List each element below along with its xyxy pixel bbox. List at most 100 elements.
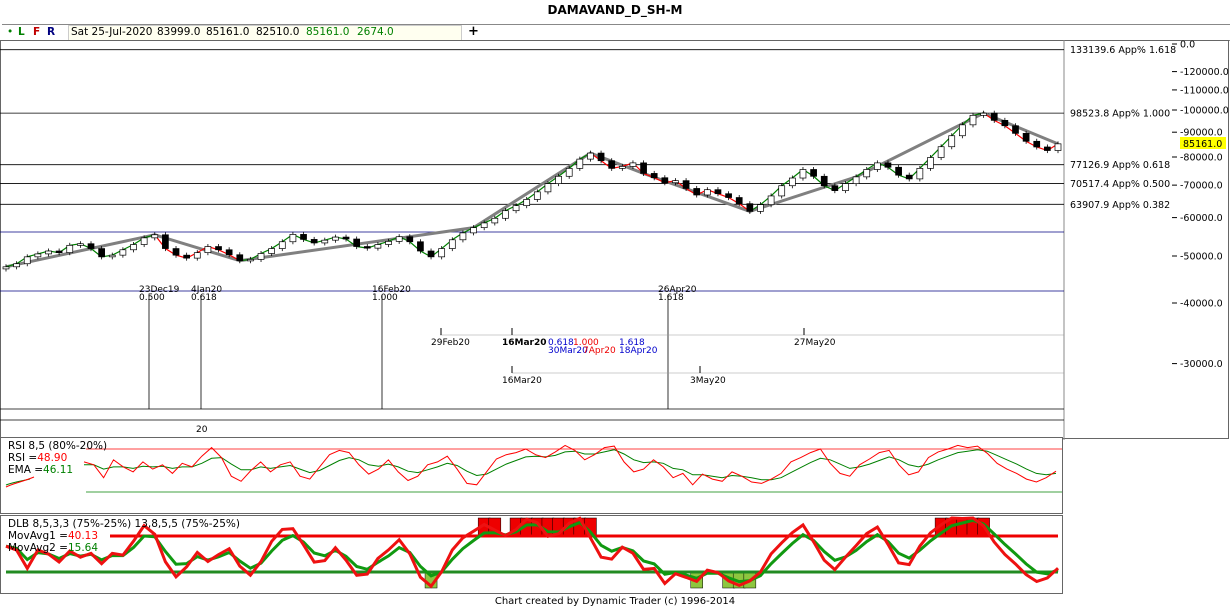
candle-body <box>119 249 127 256</box>
quote-close: 85161.0 <box>306 26 350 38</box>
candle-body <box>714 189 722 195</box>
y-tick-label: -80000.0 <box>1180 153 1223 164</box>
candle-body <box>863 169 871 178</box>
price-chart[interactable]: 0.0-120000.0-110000.0-100000.0-90000.0-8… <box>0 40 1230 440</box>
candle-body <box>725 193 732 198</box>
retracement-label: 70517.4 App% 0.500 <box>1070 179 1170 190</box>
y-tick-label: -120000.0 <box>1180 67 1229 78</box>
candle-body <box>810 169 817 177</box>
candle-body <box>491 217 499 224</box>
candle-body <box>34 253 42 258</box>
candle-body <box>470 227 477 234</box>
candle-body <box>278 241 286 249</box>
candle-body <box>990 112 998 121</box>
cycle-label: 29Feb20 <box>431 338 470 348</box>
candle-body <box>395 236 403 242</box>
retracement-label: 77126.9 App% 0.618 <box>1070 160 1170 171</box>
candle-body <box>905 174 913 180</box>
candle-body <box>225 249 233 256</box>
candle-body <box>300 234 307 240</box>
candle-body <box>799 169 807 179</box>
candle-body <box>45 250 52 255</box>
candle-body <box>874 162 881 170</box>
last-price-tag-text: 85161.0 <box>1183 139 1222 150</box>
cycle-red-date: 7Apr20 <box>583 346 616 356</box>
y-tick-label: -50000.0 <box>1180 252 1223 263</box>
candle-body <box>650 173 658 179</box>
y-tick-label: -40000.0 <box>1180 299 1223 310</box>
candle-body <box>151 234 159 239</box>
candle-body <box>385 241 392 245</box>
time-projection-lines: 23Dec190.5004Jan200.61816Feb201.00026Apr… <box>0 285 1064 435</box>
cycle-label: 16Mar20 <box>502 338 547 348</box>
add-plus-icon[interactable]: + <box>468 24 479 39</box>
y-tick-label: -70000.0 <box>1180 181 1223 192</box>
candle-body <box>502 210 509 219</box>
candle-body <box>672 180 679 184</box>
candle-body <box>693 188 701 196</box>
candle-body <box>884 162 892 168</box>
y-axis: 0.0-120000.0-110000.0-100000.0-90000.0-8… <box>1172 40 1229 370</box>
candle-body <box>969 114 977 126</box>
candle-body <box>533 191 541 200</box>
last-price-tag: 85161.0 <box>1180 137 1226 150</box>
candle-body <box>140 237 148 245</box>
f-button[interactable]: F <box>33 26 40 38</box>
movavg1-legend: MovAvg1 =40.13 <box>8 530 99 542</box>
rsi-title: RSI 8,5 (80%-20%) <box>8 440 108 452</box>
candle-body <box>342 236 350 240</box>
candle-body <box>555 175 562 184</box>
candle-body <box>746 203 754 212</box>
candle-body <box>448 239 456 249</box>
candle-body <box>757 204 764 212</box>
candle-body <box>215 246 222 251</box>
l-button[interactable]: L <box>18 26 25 38</box>
ema-legend: EMA =46.11 <box>8 464 74 476</box>
candle-body <box>13 263 20 268</box>
candle-body <box>353 238 361 247</box>
candle-body <box>523 199 531 207</box>
candle-body <box>767 195 775 206</box>
candle-body <box>661 177 669 184</box>
price-chart-frame <box>0 40 1229 439</box>
quote-open: 83999.0 <box>157 26 201 38</box>
candle-body <box>310 239 318 244</box>
candle-body <box>1012 125 1019 134</box>
y-tick-label: -30000.0 <box>1180 359 1223 370</box>
quote-high: 85161.0 <box>206 26 250 38</box>
candle-body <box>183 254 190 259</box>
rsi-series-name: RSI <box>8 452 26 464</box>
candle-body <box>2 266 10 270</box>
candle-body <box>640 162 647 174</box>
candle-body <box>820 175 828 187</box>
candle-body <box>1054 143 1062 151</box>
cycle-label: 16Mar20 <box>502 376 542 386</box>
candle-body <box>77 243 84 246</box>
movavg2-name: MovAvg2 <box>8 542 56 554</box>
candle-body <box>565 168 573 177</box>
movavg2-legend: MovAvg2 =15.64 <box>8 542 99 554</box>
retracement-label: 133139.6 App% 1.618 <box>1070 45 1176 56</box>
quote-low: 82510.0 <box>256 26 300 38</box>
candle-body <box>629 162 637 167</box>
candle-body <box>703 189 711 196</box>
candle-body <box>937 146 945 158</box>
quote-date: Sat 25-Jul-2020 <box>71 26 153 38</box>
candle-body <box>544 183 552 193</box>
candle-body <box>916 168 924 180</box>
rsi-value: 48.90 <box>37 452 68 464</box>
candle-body <box>247 259 254 262</box>
candle-body <box>193 252 201 259</box>
candle-body <box>427 250 435 258</box>
candle-body <box>735 197 743 205</box>
candle-body <box>204 246 212 254</box>
rsi-panel[interactable] <box>0 437 1064 515</box>
candle-body <box>1044 146 1051 151</box>
candle-body <box>1022 133 1030 142</box>
r-button[interactable]: R <box>47 26 55 38</box>
cycle-label: 3May20 <box>690 376 726 386</box>
ema-value: 46.11 <box>43 464 74 476</box>
footer-credit: Chart created by Dynamic Trader (c) 1996… <box>494 596 736 607</box>
candle-body <box>512 205 520 212</box>
candle-body <box>236 254 244 262</box>
